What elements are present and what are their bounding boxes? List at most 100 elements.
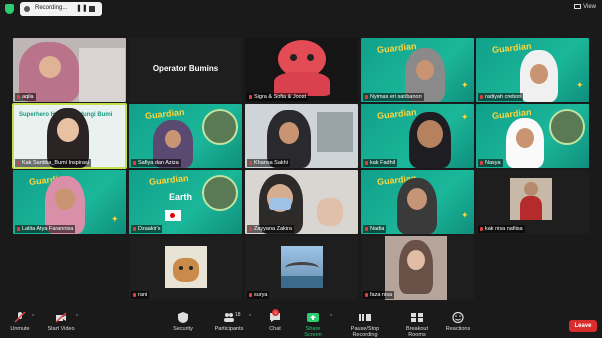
star-icon: ✦ — [461, 80, 469, 90]
muted-mic-icon — [480, 161, 483, 165]
star-icon: ✦ — [461, 210, 469, 220]
earth-graphic — [549, 109, 585, 145]
leave-button[interactable]: Leave — [569, 320, 597, 332]
muted-mic-icon — [133, 227, 136, 231]
video-options-chevron-icon[interactable]: ^ — [76, 314, 78, 320]
breakout-rooms-icon — [411, 313, 423, 322]
participant-name: Safiya dan Aziza — [131, 159, 181, 167]
start-video-button[interactable]: Start Video — [46, 312, 76, 332]
pause-stop-recording-label: Pause/Stop Recording — [350, 326, 380, 338]
participant-name: faza nisa — [363, 291, 395, 299]
participant-tile-dzaakir[interactable]: Guardian Earth Dzaakir's — [129, 170, 242, 234]
share-screen-button[interactable]: Share Screen — [297, 312, 329, 338]
participant-tile-nasya[interactable]: Guardian Nasya — [476, 104, 589, 168]
reactions-button[interactable]: Reactions — [444, 312, 472, 332]
participant-tile-santika[interactable]: Superhero Hari Melindungi Bumi Kak Santi… — [12, 103, 127, 169]
participant-tile-safiya[interactable]: Guardian Safiya dan Aziza — [129, 104, 242, 168]
participant-name: surya — [247, 291, 270, 299]
share-screen-label: Share Screen — [304, 326, 322, 338]
meeting-top-bar: Recording... ❚❚ View — [0, 0, 602, 18]
star-icon: ✦ — [111, 214, 119, 224]
pause-stop-recording-button[interactable]: Pause/Stop Recording — [338, 312, 392, 338]
participant-face — [165, 130, 181, 148]
participant-name: kak Fadhil — [363, 159, 398, 167]
octopus-eye — [307, 54, 314, 61]
security-button[interactable]: Security — [170, 312, 196, 332]
participant-face — [57, 118, 79, 142]
grid-view-icon — [574, 4, 582, 9]
slide-title: Guardian — [148, 172, 189, 188]
muted-mic-icon — [365, 227, 368, 231]
muted-mic-icon — [17, 161, 20, 165]
participant-tile-rani[interactable]: rani — [129, 236, 242, 300]
participant-tile-faza[interactable]: faza nisa — [361, 236, 474, 300]
face-mask — [269, 198, 291, 210]
participant-face — [417, 120, 443, 148]
participants-label: Participants — [214, 326, 244, 332]
view-label: View — [583, 4, 596, 10]
view-button[interactable]: View — [574, 4, 596, 10]
slide-title: Guardian — [491, 40, 532, 56]
shield-icon — [178, 312, 188, 323]
profile-photo — [281, 246, 323, 288]
profile-photo — [165, 246, 207, 288]
participant-name: Lalita Atya Farannisa — [15, 225, 76, 233]
muted-mic-icon — [133, 293, 136, 297]
muted-mic-icon — [17, 95, 20, 99]
participant-name: Nadia — [363, 225, 387, 233]
participant-tile-radiyah[interactable]: Guardian Earth ✦ radiyah crebon — [476, 38, 589, 102]
unmute-button[interactable]: Unmute — [8, 312, 32, 332]
participant-name: kak nisa nafiisa — [478, 225, 525, 233]
muted-mic-icon — [249, 161, 252, 165]
pause-stop-icon — [359, 314, 371, 321]
security-shield-icon[interactable] — [5, 4, 14, 14]
participant-tile-nadia[interactable]: Guardian Earth ✦ Nadia — [361, 170, 474, 234]
participant-tile-operator[interactable]: Operator Bumins — [129, 38, 242, 102]
participant-face — [39, 56, 61, 78]
background-window — [317, 112, 353, 152]
participant-face — [279, 122, 299, 144]
participant-tile-khansa[interactable]: Khansa Sakhi — [245, 104, 358, 168]
share-options-chevron-icon[interactable]: ^ — [330, 314, 332, 320]
muted-mic-icon — [249, 293, 252, 297]
participant-tile-fadhil[interactable]: Guardian ✦ kak Fadhil — [361, 104, 474, 168]
participant-tile-nyimas[interactable]: Guardian Earth ✦ Nyimas eri saribanon — [361, 38, 474, 102]
participant-tile-nisa[interactable]: kak nisa nafiisa — [476, 170, 589, 234]
audio-options-chevron-icon[interactable]: ^ — [32, 314, 34, 320]
participant-tile-aqila[interactable]: aqila — [13, 38, 126, 102]
participant-tile-sigra[interactable]: Sigra & Sofia & Joost — [245, 38, 358, 102]
pause-recording-icon[interactable]: ❚❚ — [76, 4, 88, 12]
breakout-rooms-label: Breakout Rooms — [405, 326, 428, 338]
participant-face — [516, 128, 534, 148]
octopus-eye — [290, 54, 297, 61]
waving-hand — [317, 198, 343, 226]
recording-indicator: Recording... ❚❚ — [20, 2, 102, 16]
breakout-rooms-button[interactable]: Breakout Rooms — [398, 312, 436, 338]
participant-face — [55, 188, 75, 210]
participant-tile-zayyana[interactable]: Zayyana Zakira — [245, 170, 358, 234]
muted-mic-icon — [480, 227, 483, 231]
participant-name: Kak Santika_Bumi Inspirasi — [15, 159, 91, 167]
slide-subtitle: Earth — [169, 192, 193, 202]
muted-mic-icon — [249, 95, 252, 99]
participant-name: Khansa Sakhi — [247, 159, 290, 167]
participant-tile-lalita[interactable]: Guardian ✦ Lalita Atya Farannisa — [13, 170, 126, 234]
participant-name: radiyah crebon — [478, 93, 524, 101]
slide-title: Guardian — [376, 106, 417, 122]
participant-name: Sigra & Sofia & Joost — [247, 93, 308, 101]
meeting-toolbar: Unmute ^ Start Video ^ Security Particip… — [0, 309, 602, 338]
muted-mic-icon — [365, 293, 368, 297]
earth-graphic — [202, 175, 238, 211]
muted-mic-icon — [133, 161, 136, 165]
profile-photo — [510, 178, 552, 220]
star-icon: ✦ — [461, 112, 469, 122]
star-icon: ✦ — [576, 80, 584, 90]
participants-options-chevron-icon[interactable]: ^ — [249, 314, 251, 320]
participant-tile-surya[interactable]: surya — [245, 236, 358, 300]
muted-mic-icon — [17, 227, 20, 231]
participant-name: Nasya — [478, 159, 503, 167]
stop-recording-icon[interactable] — [89, 6, 95, 12]
start-video-label: Start Video — [47, 326, 75, 332]
muted-mic-icon — [480, 95, 483, 99]
chat-button[interactable]: 3 Chat — [264, 309, 286, 332]
